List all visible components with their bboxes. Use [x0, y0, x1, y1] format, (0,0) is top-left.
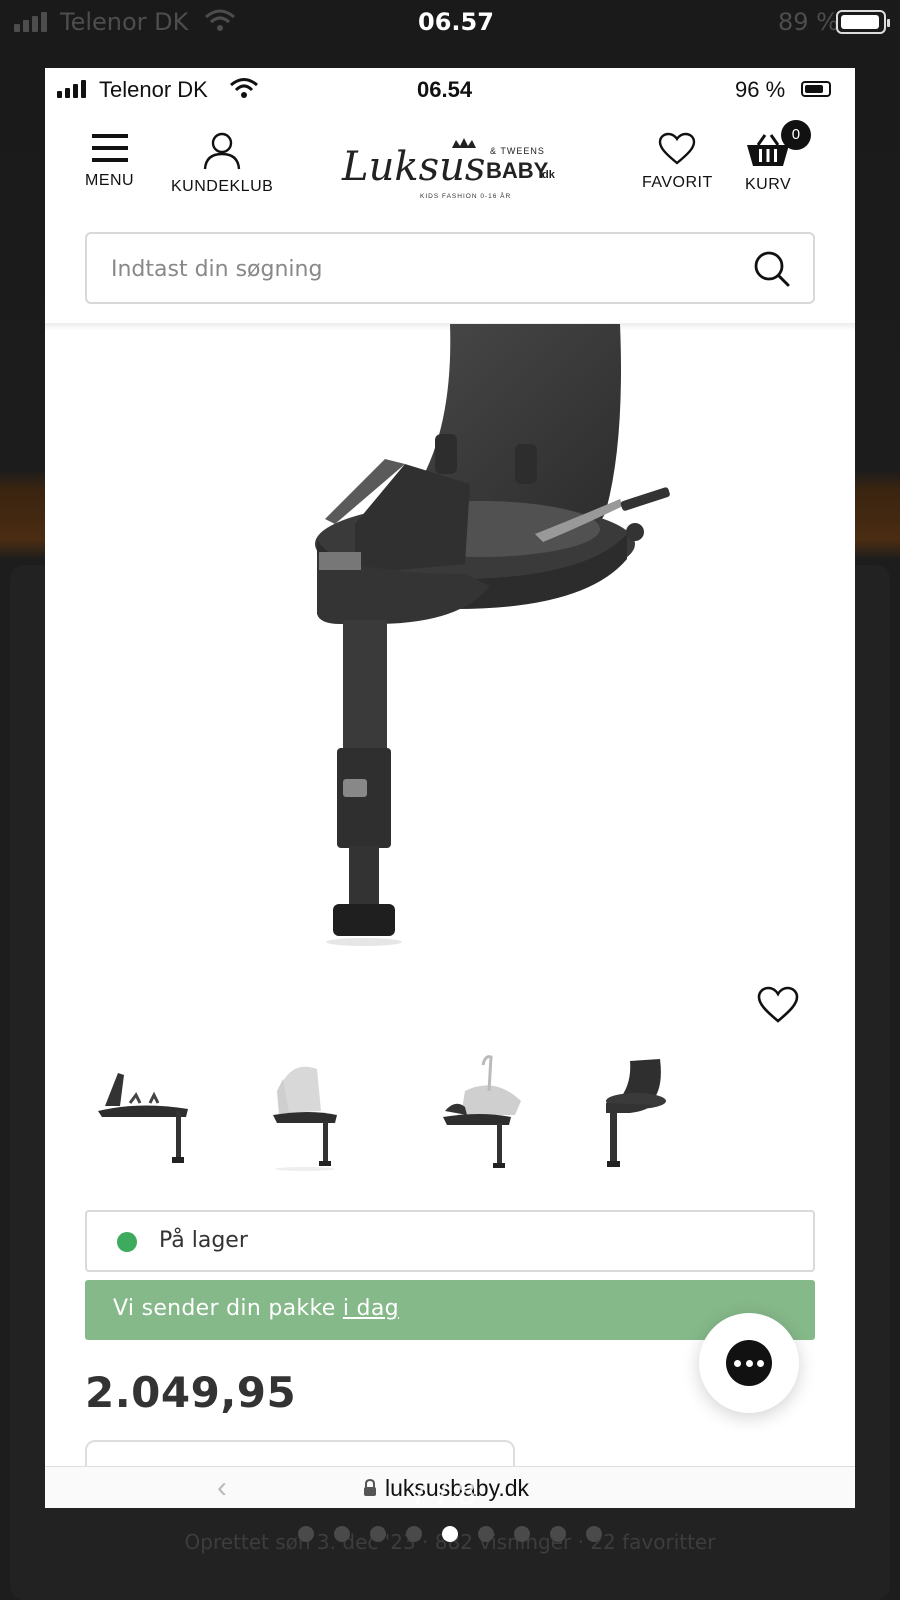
pager-dot[interactable] — [298, 1526, 314, 1542]
user-icon — [203, 132, 241, 170]
pager-dot[interactable] — [586, 1526, 602, 1542]
status-time: 06.54 — [417, 77, 473, 102]
chat-button[interactable] — [699, 1313, 799, 1413]
site-header: MENU KUNDEKLUB Luksus & TWEENS BABY .dk … — [45, 112, 855, 222]
outer-signal-icon — [14, 12, 47, 32]
thumbnail-2[interactable] — [255, 1051, 375, 1171]
signal-icon — [57, 80, 86, 98]
battery-percent: 96 % — [735, 77, 786, 102]
outer-wifi-icon — [205, 9, 235, 31]
image-pager-dots[interactable] — [0, 1526, 900, 1542]
in-stock-dot-icon — [117, 1232, 137, 1252]
lock-icon — [364, 1479, 376, 1496]
pager-dot[interactable] — [550, 1526, 566, 1542]
logo-sub: KIDS FASHION 0-16 ÅR — [420, 191, 511, 200]
product-price: 2.049,95 — [85, 1368, 297, 1417]
shipping-today-link[interactable]: i dag — [343, 1296, 399, 1321]
product-thumbnails — [90, 1051, 710, 1181]
outer-carrier: Telenor DK — [60, 8, 189, 36]
back-arrow-icon[interactable]: ‹ — [217, 1471, 227, 1505]
crown-icon — [452, 138, 476, 148]
outer-battery-icon — [836, 10, 890, 34]
pager-dot[interactable] — [514, 1526, 530, 1542]
outer-status-bar: Telenor DK 06.57 89 % — [0, 0, 900, 46]
cart-label: KURV — [745, 176, 792, 193]
outer-battery-text: 89 % — [778, 8, 839, 36]
search-input[interactable] — [111, 252, 711, 286]
logo-script: Luksus — [341, 144, 485, 190]
thumbnail-1[interactable] — [90, 1051, 210, 1171]
menu-label: MENU — [85, 172, 135, 189]
logo-tag: & TWEENS — [490, 146, 545, 156]
favorites-button[interactable]: FAVORIT — [642, 132, 713, 192]
thumbnail-4[interactable] — [590, 1051, 710, 1171]
battery-icon — [801, 81, 831, 97]
stock-label: På lager — [159, 1228, 248, 1253]
pager-dot[interactable] — [370, 1526, 386, 1542]
cart-count-badge: 0 — [781, 120, 812, 150]
product-main-image[interactable] — [225, 324, 685, 1014]
stock-status: På lager — [85, 1210, 815, 1272]
cart-button[interactable]: KURV 0 — [745, 120, 812, 194]
kundeklub-button[interactable]: KUNDEKLUB — [171, 132, 273, 196]
thumbnail-3[interactable] — [425, 1051, 545, 1171]
outer-time: 06.57 — [418, 8, 494, 36]
status-bar: Telenor DK 06.54 96 % — [45, 68, 855, 112]
shipping-banner: Vi sender din pakke i dag — [85, 1280, 815, 1340]
heart-icon — [659, 132, 696, 165]
shipping-text: Vi sender din pakke — [113, 1296, 343, 1321]
image-pager-count: 7 / 8 — [410, 1474, 477, 1512]
carrier-name: Telenor DK — [99, 77, 208, 102]
pager-dot[interactable] — [442, 1526, 458, 1542]
kundeklub-label: KUNDEKLUB — [171, 178, 274, 195]
search-bar — [85, 232, 815, 304]
menu-button[interactable]: MENU — [85, 132, 134, 190]
site-logo[interactable]: Luksus & TWEENS BABY .dk KIDS FASHION 0-… — [340, 132, 560, 212]
wifi-icon — [230, 78, 258, 98]
search-icon[interactable] — [753, 250, 791, 288]
logo-tld: .dk — [539, 169, 556, 181]
product-screenshot: Telenor DK 06.54 96 % MENU KUNDEKLUB Luk… — [45, 68, 855, 1508]
pager-dot[interactable] — [478, 1526, 494, 1542]
chat-icon — [726, 1340, 772, 1386]
favorites-label: FAVORIT — [642, 174, 713, 191]
add-to-favorites-heart-icon[interactable] — [757, 986, 799, 1024]
hamburger-icon — [91, 134, 128, 162]
pager-dot[interactable] — [334, 1526, 350, 1542]
pager-dot[interactable] — [406, 1526, 422, 1542]
